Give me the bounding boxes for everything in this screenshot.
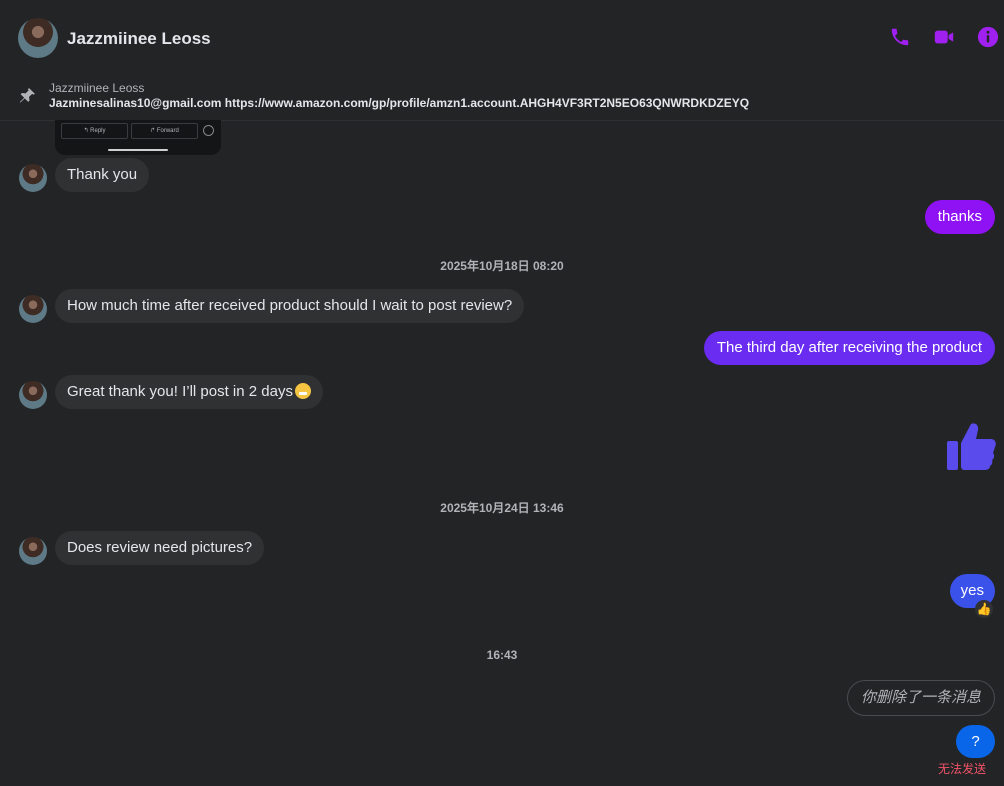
info-icon[interactable] [977,26,999,48]
thumbs-up-icon[interactable] [946,421,996,471]
contact-avatar-small[interactable] [19,381,47,409]
message-text: Great thank you! I’ll post in 2 days [67,383,293,400]
pinned-sender: Jazzmiinee Leoss [49,81,145,95]
pinned-message-bar[interactable]: Jazzmiinee Leoss Jazminesalinas10@gmail.… [0,76,1004,121]
messenger-chat-window: Jazzmiinee Leoss Jazzmiinee Leoss Jazmin… [0,0,1004,786]
send-failed-label[interactable]: 无法发送 [938,760,986,777]
contact-avatar-small[interactable] [19,295,47,323]
forward-button: ↱ Forward [131,123,198,139]
image-attachment[interactable]: ↰ Reply ↱ Forward [55,120,221,155]
grinning-face-emoji [294,383,311,399]
contact-name[interactable]: Jazzmiinee Leoss [67,29,211,49]
timestamp: 16:43 [486,648,518,662]
timestamp: 2025年10月18日 08:20 [440,259,564,273]
contact-avatar[interactable] [18,18,58,58]
reply-button: ↰ Reply [61,123,128,139]
contact-avatar-small[interactable] [19,537,47,565]
contact-avatar-small[interactable] [19,164,47,192]
timestamp: 2025年10月24日 13:46 [440,501,564,515]
deleted-message-notice: 你删除了一条消息 [846,680,995,716]
chat-header: Jazzmiinee Leoss [0,0,1004,76]
pin-icon [17,86,37,106]
phone-icon[interactable] [889,26,911,48]
pinned-text: Jazminesalinas10@gmail.com https://www.a… [49,96,750,110]
incoming-message[interactable]: Great thank you! I’ll post in 2 days [55,375,323,409]
incoming-message[interactable]: How much time after received product sho… [55,289,525,323]
outgoing-message[interactable]: The third day after receiving the produc… [703,331,995,365]
incoming-message[interactable]: Does review need pictures? [55,531,265,565]
incoming-message[interactable]: Thank you [55,158,150,192]
video-call-icon[interactable] [933,26,955,48]
reaction-thumbs-up[interactable]: 👍 [975,600,993,618]
outgoing-message-failed[interactable]: ? [956,725,995,758]
emoji-icon [203,125,214,136]
outgoing-message[interactable]: thanks [924,200,995,234]
home-indicator [108,149,168,151]
